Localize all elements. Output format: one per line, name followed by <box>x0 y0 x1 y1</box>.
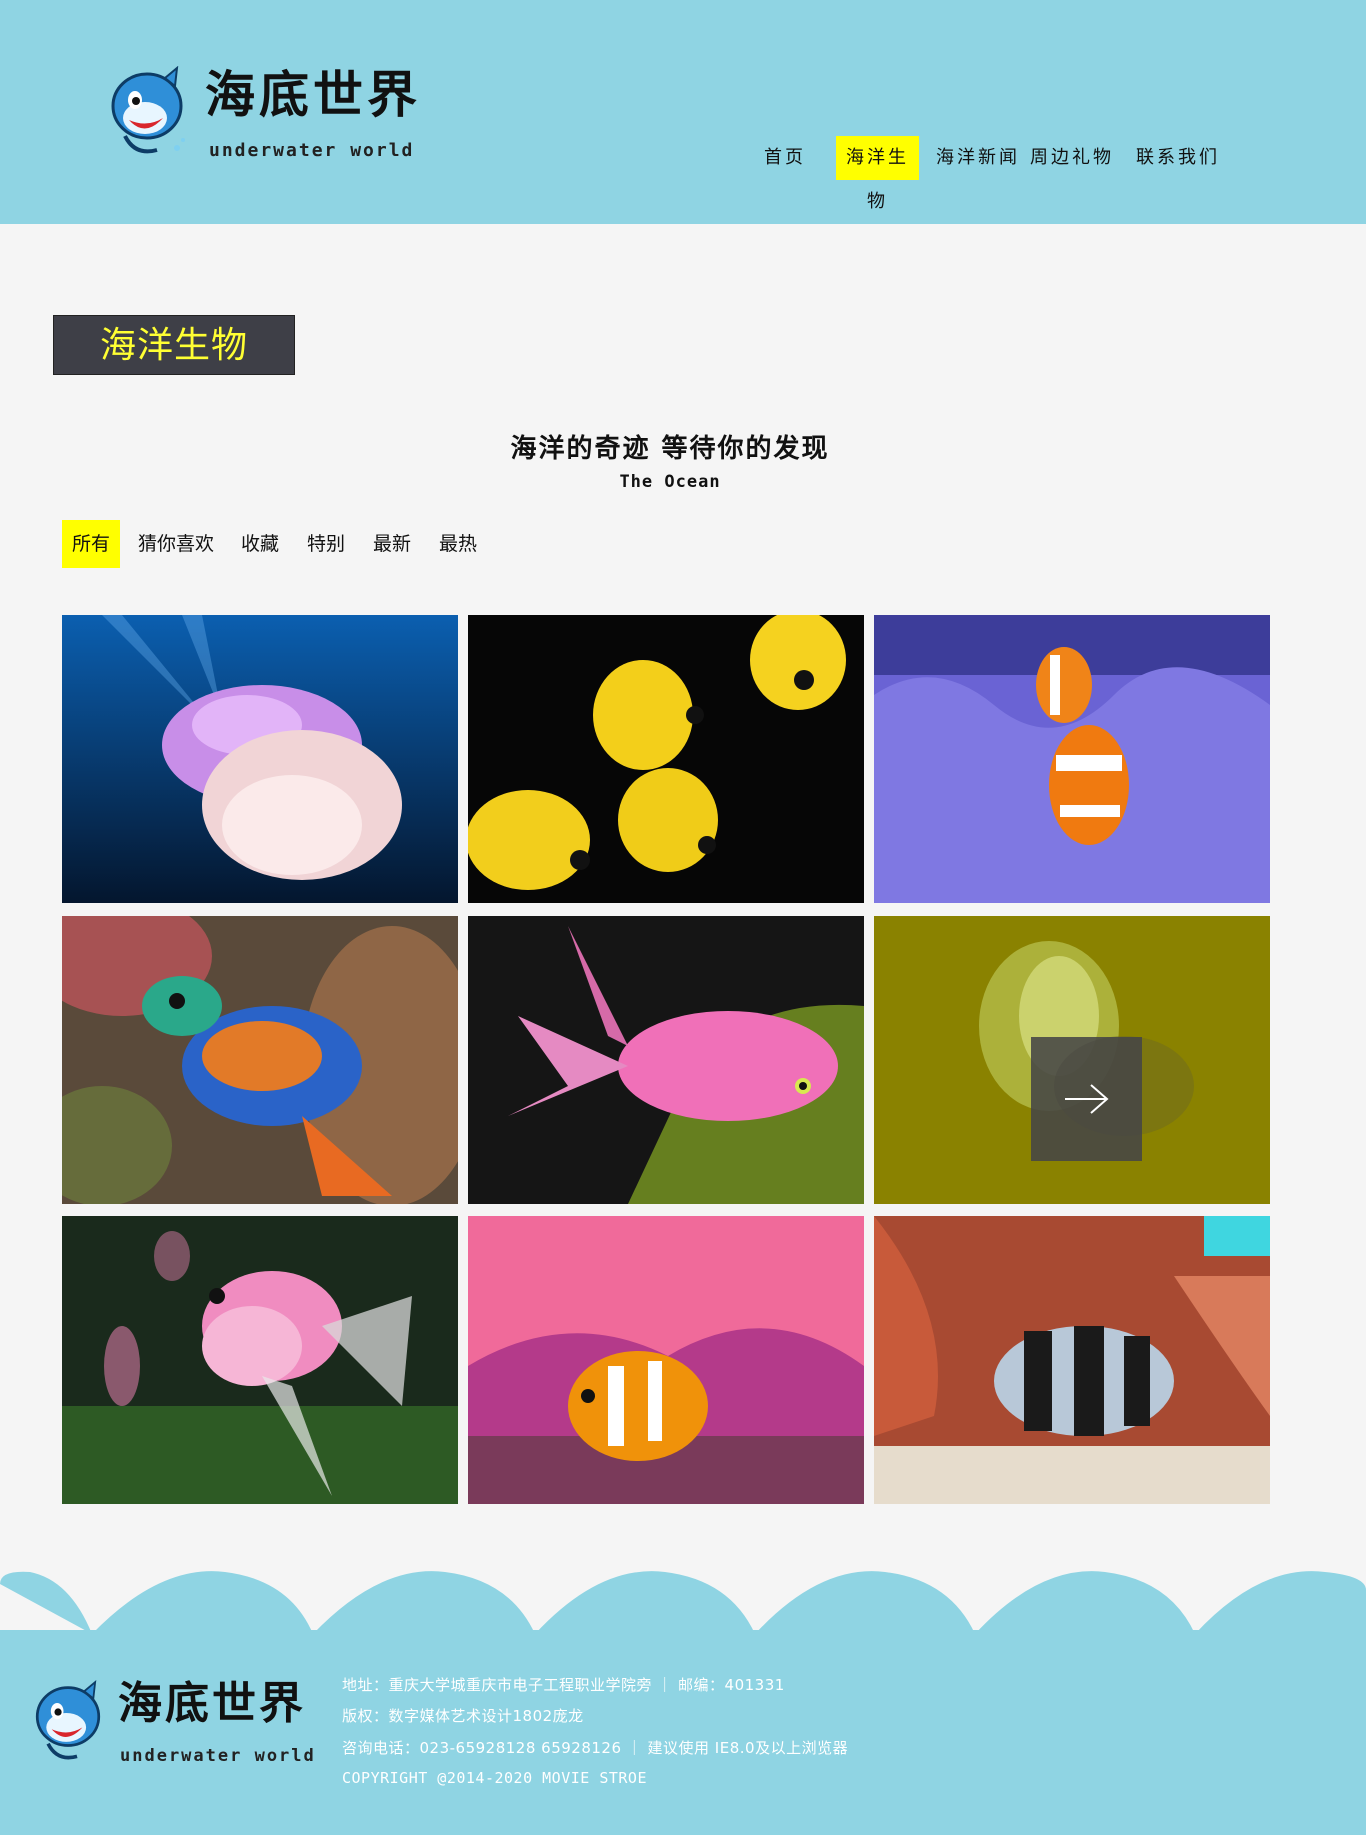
hover-overlay[interactable] <box>1031 1037 1142 1161</box>
footer-copyright-cn: 版权：数字媒体艺术设计1802庞龙 <box>342 1707 584 1725</box>
footer-logo[interactable]: 海底世界 underwater world <box>30 1680 320 1770</box>
filter-hottest[interactable]: 最热 <box>429 520 487 568</box>
filter-all[interactable]: 所有 <box>62 520 121 568</box>
arrow-right-icon <box>1065 1084 1109 1114</box>
wave-divider <box>0 1571 1366 1634</box>
gallery-item-pink-anthias[interactable] <box>468 916 864 1204</box>
filter-guess-you-like[interactable]: 猜你喜欢 <box>128 520 224 568</box>
footer-address: 地址：重庆大学城重庆市电子工程职业学院旁 ｜ 邮编：401331 <box>342 1676 785 1694</box>
gallery-item-clownfish-anemone[interactable] <box>874 615 1270 903</box>
nav-item-marine-life[interactable]: 海洋生物 <box>836 136 919 212</box>
page-subheadline: The Ocean <box>619 472 721 492</box>
logo-title: 海底世界 <box>205 65 421 124</box>
gallery-item-humbug-damselfish[interactable] <box>874 1216 1270 1504</box>
nav-item-ocean-news[interactable]: 海洋新闻 <box>928 136 1028 180</box>
filter-favorites[interactable]: 收藏 <box>231 520 289 568</box>
section-badge-label: 海洋生物 <box>99 325 248 366</box>
footer-logo-subtitle: underwater world <box>120 1746 316 1766</box>
footer-copyright: COPYRIGHT @2014-2020 MOVIE STROE <box>342 1769 647 1787</box>
gallery-item-mandarinfish[interactable] <box>62 916 458 1204</box>
gallery-item-yellow-butterflyfish[interactable] <box>468 615 864 903</box>
footer-logo-title: 海底世界 <box>118 1678 306 1729</box>
gallery-item-pink-angelfish[interactable] <box>62 1216 458 1504</box>
gallery-item-jellyfish[interactable] <box>62 615 458 903</box>
dolphin-mascot-icon <box>111 66 185 154</box>
site-header: 海底世界 underwater world 首页 海洋生物 海洋新闻 周边礼物 … <box>0 0 1366 224</box>
site-logo[interactable]: 海底世界 underwater world <box>105 64 435 164</box>
footer-phone: 咨询电话：023-65928128 65928126 ｜ 建议使用 IE8.0及… <box>342 1739 849 1757</box>
section-badge: 海洋生物 <box>53 315 295 375</box>
site-footer: 海底世界 underwater world 地址：重庆大学城重庆市电子工程职业学… <box>0 1570 1366 1835</box>
gallery-item-clownfish-coral[interactable] <box>468 1216 864 1504</box>
filter-special[interactable]: 特别 <box>297 520 355 568</box>
dolphin-mascot-icon <box>35 1680 101 1760</box>
nav-item-gifts[interactable]: 周边礼物 <box>1026 136 1118 180</box>
filter-newest[interactable]: 最新 <box>363 520 421 568</box>
nav-item-home[interactable]: 首页 <box>758 136 812 180</box>
logo-subtitle: underwater world <box>209 140 415 161</box>
nav-item-contact[interactable]: 联系我们 <box>1128 136 1228 180</box>
page-headline: 海洋的奇迹 等待你的发现 <box>510 434 830 464</box>
